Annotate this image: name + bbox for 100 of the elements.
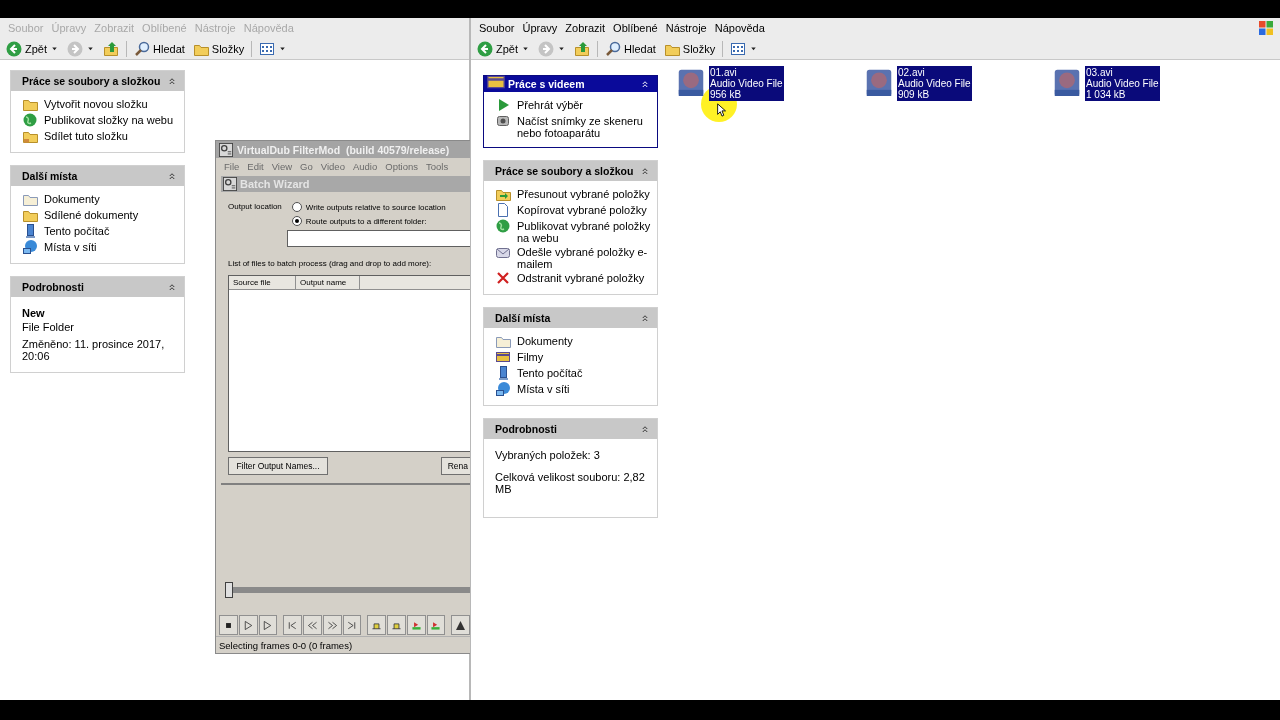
caret-icon [86, 44, 95, 53]
mark-button[interactable] [426, 615, 446, 635]
task-link[interactable]: Kopírovat vybrané položky [495, 204, 651, 218]
search-button[interactable]: Hledat [131, 38, 188, 59]
caret-icon [749, 44, 759, 53]
pane-title: Podrobnosti [22, 281, 84, 293]
menu-item[interactable]: Oblíbené [609, 22, 662, 34]
menu-item[interactable]: Edit [243, 160, 268, 172]
rewind-button[interactable] [303, 615, 322, 635]
caret-icon [50, 44, 59, 53]
cursor-icon [715, 102, 729, 118]
play-button[interactable] [258, 615, 278, 635]
task-link[interactable]: Načíst snímky ze skeneru nebo fotoaparátu [495, 115, 651, 139]
dialog-button[interactable]: Rena [440, 457, 470, 475]
pane-title: Práce se soubory a složkou [495, 165, 634, 177]
menu-item[interactable]: Soubor [475, 22, 519, 34]
radio-option[interactable]: Route outputs to a different folder: [291, 216, 470, 226]
folders-button[interactable]: Složky [660, 38, 719, 59]
file-label[interactable]: 02.avi Audio Video File 909 kB [897, 66, 972, 101]
windows-logo-icon [1258, 20, 1274, 36]
status-text: Selecting frames 0-0 (0 frames) [219, 639, 353, 651]
menu-item[interactable]: Nástroje [661, 22, 711, 34]
folders-button[interactable]: Složky [189, 38, 248, 59]
column-header[interactable]: Output name [296, 276, 360, 289]
menu-item[interactable]: Zobrazit [561, 22, 610, 34]
menu-item[interactable]: Nápověda [710, 22, 769, 34]
modified-date: Změněno: 11. prosince 2017, 20:06 [22, 338, 166, 362]
pane-title: Práce se soubory a složkou [22, 75, 161, 87]
globe-icon [495, 218, 511, 234]
file-label[interactable]: 01.avi Audio Video File 956 kB [709, 66, 784, 101]
task-link[interactable]: Filmy [495, 351, 651, 365]
file-list[interactable]: Source file Output name [228, 275, 470, 452]
caret-icon [278, 44, 288, 53]
collapse-icon [639, 78, 651, 90]
app-icon [223, 177, 237, 191]
detail-text: Vybraných položek: 3 [495, 449, 601, 461]
task-link[interactable]: Tento počítač [22, 225, 178, 239]
dialog-title: Batch Wizard [240, 178, 310, 190]
up-folder-icon [574, 40, 590, 57]
back-icon [6, 40, 22, 57]
search-icon [134, 40, 150, 57]
task-link[interactable]: Tento počítač [495, 367, 651, 381]
slider-thumb[interactable] [225, 582, 233, 598]
keyframe-button[interactable] [387, 615, 406, 635]
list-label: List of files to batch process (drag and drop to add more): [228, 259, 433, 268]
item-type: File Folder [22, 321, 75, 333]
menu-item[interactable]: Video [316, 160, 349, 172]
globe-icon [22, 112, 38, 128]
film-icon [495, 349, 511, 365]
views-icon [730, 40, 747, 57]
task-link[interactable]: Přesunout vybrané položky [495, 188, 651, 202]
collapse-icon [639, 423, 651, 435]
back-button[interactable]: Zpět [3, 38, 62, 59]
page-icon [495, 202, 511, 218]
menu-item[interactable]: File [220, 160, 244, 172]
menu-item[interactable]: Úpravy [518, 22, 562, 34]
file-label[interactable]: 03.avi Audio Video File 1 034 kB [1085, 66, 1160, 101]
task-link[interactable]: Odstranit vybrané položky [495, 272, 651, 286]
back-icon [477, 40, 493, 57]
menu-item[interactable]: View [267, 160, 297, 172]
window-title: VirtualDub FilterMod (build 40579/release) [237, 143, 450, 156]
folder-field[interactable] [286, 230, 470, 247]
caret-icon [557, 44, 566, 53]
camera-icon [495, 113, 511, 129]
menu-item[interactable]: Go [296, 160, 317, 172]
stop-button[interactable] [219, 615, 238, 635]
toolbar-button[interactable] [451, 615, 470, 635]
task-link[interactable]: Místa v síti [22, 241, 178, 255]
task-link[interactable]: Vytvořit novou složku [22, 98, 178, 112]
mark-button[interactable] [406, 615, 426, 635]
collapse-icon [639, 312, 651, 324]
back-button[interactable]: Zpět [474, 38, 533, 59]
start-button[interactable] [283, 615, 302, 635]
task-link[interactable]: Publikovat vybrané položky na webu [495, 220, 651, 244]
task-link[interactable]: Dokumenty [495, 335, 651, 349]
menu-item[interactable]: Audio [348, 160, 382, 172]
task-link[interactable]: Odešle vybrané položky e-mailem [495, 246, 651, 270]
keyframe-button[interactable] [367, 615, 386, 635]
task-link[interactable]: Sdílet tuto složku [22, 130, 178, 144]
search-icon [605, 40, 621, 57]
play-button[interactable] [238, 615, 258, 635]
radio-button[interactable] [291, 216, 302, 226]
search-button[interactable]: Hledat [602, 38, 659, 59]
forward-button[interactable] [322, 615, 342, 635]
radio-button[interactable] [291, 202, 302, 212]
pane-title: Podrobnosti [495, 423, 557, 435]
task-link[interactable]: Přehrát výběr [495, 99, 651, 113]
task-link[interactable]: Dokumenty [22, 193, 178, 207]
task-link[interactable]: Sdílené dokumenty [22, 209, 178, 223]
menu-item[interactable]: Options [381, 160, 422, 172]
column-header[interactable]: Source file [229, 276, 296, 289]
end-button[interactable] [342, 615, 362, 635]
pane-title: Práce s videem [508, 78, 585, 90]
dialog-button[interactable]: Filter Output Names... [228, 457, 328, 475]
pane-title: Další místa [495, 312, 551, 324]
radio-option[interactable]: Write outputs relative to source location [291, 202, 470, 212]
task-link[interactable]: Místa v síti [495, 383, 651, 397]
network-icon [495, 381, 511, 397]
menu-item[interactable]: Tools [422, 160, 453, 172]
task-link[interactable]: Publikovat složky na webu [22, 114, 178, 128]
